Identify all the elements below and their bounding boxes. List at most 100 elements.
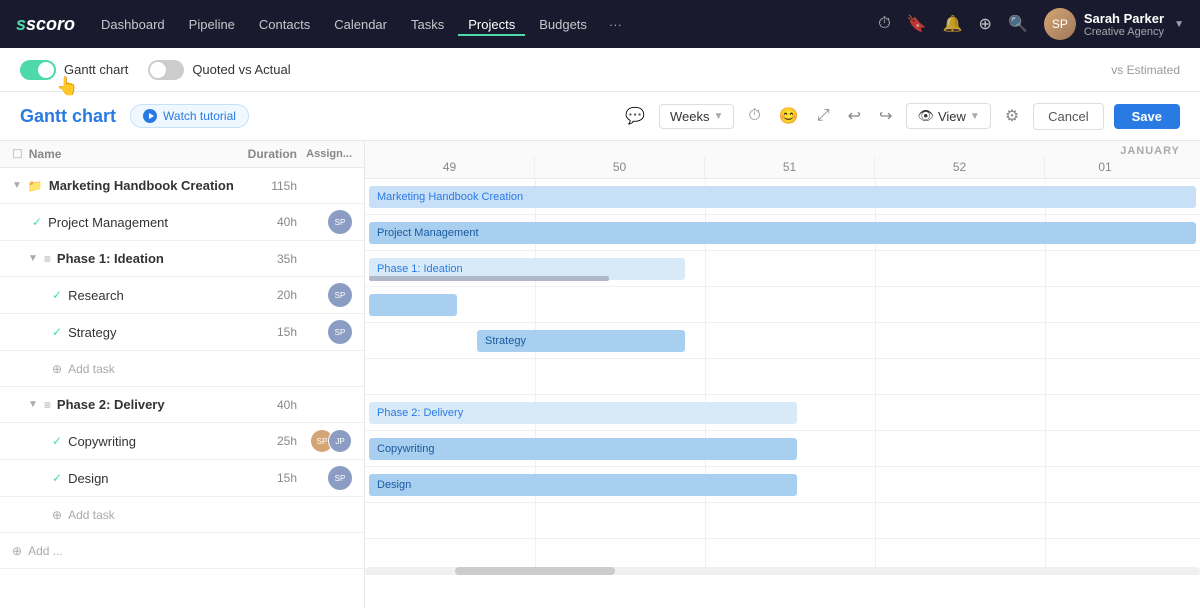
avatar: SP [1044,8,1076,40]
gantt-bar[interactable]: Phase 2: Delivery [369,402,797,424]
avatar: SP [328,320,352,344]
nav-item-budgets[interactable]: Budgets [529,13,597,36]
add-task-label[interactable]: Add task [68,362,115,376]
task-name[interactable]: Phase 2: Delivery [57,397,165,412]
quoted-vs-actual-toggle[interactable]: Quoted vs Actual [148,60,290,80]
gantt-chart-inner: JANUARY 49 50 51 52 01 Marketing Handboo… [365,141,1200,575]
watch-tutorial-label: Watch tutorial [163,109,236,123]
expand-button[interactable]: ⤢ [813,103,834,129]
gantt-bar[interactable]: Project Management [369,222,1196,244]
nav-item-calendar[interactable]: Calendar [324,13,397,36]
collapse-icon[interactable]: ▼ [12,180,22,191]
gantt-bar[interactable] [369,294,457,316]
add-icon: ⊕ [12,544,22,558]
task-duration: 15h [242,471,297,485]
settings-button[interactable]: ⚙ [1001,102,1023,130]
nav-item-pipeline[interactable]: Pipeline [179,13,245,36]
redo-button[interactable]: ↪ [875,102,896,130]
table-row: ▼ ≡ Phase 1: Ideation 35h [0,241,364,277]
table-row[interactable]: ⊕ Add task [0,351,364,387]
save-button[interactable]: Save [1114,104,1180,129]
january-label: JANUARY [1120,145,1180,157]
gantt-body: ☐ Name Duration Assign... ▼ 📁 Marketing … [0,141,1200,608]
gantt-row: Project Management [365,215,1200,251]
undo-button[interactable]: ↩ [844,102,865,130]
user-profile[interactable]: SP Sarah Parker Creative Agency ▼ [1044,8,1184,40]
gantt-row: Design [365,467,1200,503]
check-icon: ✓ [52,288,62,302]
gantt-chart-title: Gantt chart [20,106,116,127]
task-name[interactable]: Phase 1: Ideation [57,251,164,266]
quoted-toggle-switch[interactable] [148,60,184,80]
table-row[interactable]: ⊕ Add task [0,497,364,533]
gantt-chart-toggle[interactable]: Gantt chart [20,60,128,80]
task-name[interactable]: Copywriting [68,434,136,449]
week-col: 51 [705,156,875,178]
check-icon: ✓ [52,471,62,485]
week-col: 50 [535,156,705,178]
task-name[interactable]: Research [68,288,124,303]
nav-more-dots[interactable]: ··· [601,17,630,32]
gantt-week-header: JANUARY 49 50 51 52 01 [365,141,1200,179]
gantt-row [365,359,1200,395]
emoji-button[interactable]: 😊 [775,102,803,130]
week-col: 01 [1045,156,1165,178]
task-assign: SP [297,210,352,234]
avatar: SP [328,210,352,234]
duration-col-header: Duration [242,147,297,161]
table-row: ✓ Copywriting 25h SP JP [0,423,364,460]
gantt-bar[interactable]: Strategy [477,330,685,352]
gantt-row: Strategy [365,323,1200,359]
logo[interactable]: sscoro [16,14,75,35]
gantt-toggle-switch[interactable] [20,60,56,80]
collapse-icon[interactable]: ▼ [28,253,38,264]
gantt-progress-bar [369,276,609,281]
add-task-label[interactable]: Add task [68,508,115,522]
search-icon[interactable]: 🔍 [1008,14,1028,34]
add-icon: ⊕ [52,362,62,376]
task-duration: 40h [242,398,297,412]
add-more-label[interactable]: Add ... [28,544,63,558]
table-row[interactable]: ⊕ Add ... [0,533,364,569]
check-icon: ✓ [32,215,42,229]
clock-control-button[interactable]: ⏱ [744,103,764,129]
nav-item-contacts[interactable]: Contacts [249,13,320,36]
watch-tutorial-button[interactable]: Watch tutorial [130,104,249,128]
vs-estimated-label: vs Estimated [1111,63,1180,77]
cancel-button[interactable]: Cancel [1033,103,1103,130]
task-assign: SP [297,466,352,490]
gantt-controls: 💬 Weeks ▼ ⏱ 😊 ⤢ ↩ ↪ 👁 View ▼ ⚙ Cancel Sa… [621,102,1180,130]
nav-item-dashboard[interactable]: Dashboard [91,13,175,36]
nav-item-tasks[interactable]: Tasks [401,13,454,36]
horizontal-scrollbar[interactable] [365,567,1200,575]
gantt-row: Copywriting [365,431,1200,467]
gantt-bar[interactable]: Design [369,474,797,496]
weeks-selector[interactable]: Weeks ▼ [659,104,734,129]
clock-icon[interactable]: ⏱ [878,15,890,33]
task-duration: 15h [242,325,297,339]
add-icon[interactable]: ⊕ [979,14,992,34]
gantt-row: Phase 1: Ideation [365,251,1200,287]
view-selector[interactable]: 👁 View ▼ [906,103,990,129]
collapse-icon[interactable]: ▼ [28,399,38,410]
main-content: Gantt chart Watch tutorial 💬 Weeks ▼ ⏱ 😊… [0,92,1200,608]
task-name[interactable]: Marketing Handbook Creation [49,178,234,193]
gantt-bar[interactable]: Marketing Handbook Creation [369,186,1196,208]
task-name[interactable]: Project Management [48,215,168,230]
task-name[interactable]: Design [68,471,108,486]
bell-icon[interactable]: 🔔 [943,14,963,34]
weeks-label: Weeks [670,109,710,124]
nav-item-projects[interactable]: Projects [458,13,525,36]
gantt-row [365,287,1200,323]
chart-panel: JANUARY 49 50 51 52 01 Marketing Handboo… [365,141,1200,608]
folder-icon: 📁 [28,179,43,193]
view-chevron-icon: ▼ [970,111,980,122]
comment-button[interactable]: 💬 [621,102,649,130]
gantt-bar[interactable]: Copywriting [369,438,797,460]
week-col: 49 [365,156,535,178]
table-row: ✓ Design 15h SP [0,460,364,497]
bookmark-icon[interactable]: 🔖 [907,14,927,34]
task-assign: SP JP [297,429,352,453]
task-table-header: ☐ Name Duration Assign... [0,141,364,168]
task-name[interactable]: Strategy [68,325,116,340]
